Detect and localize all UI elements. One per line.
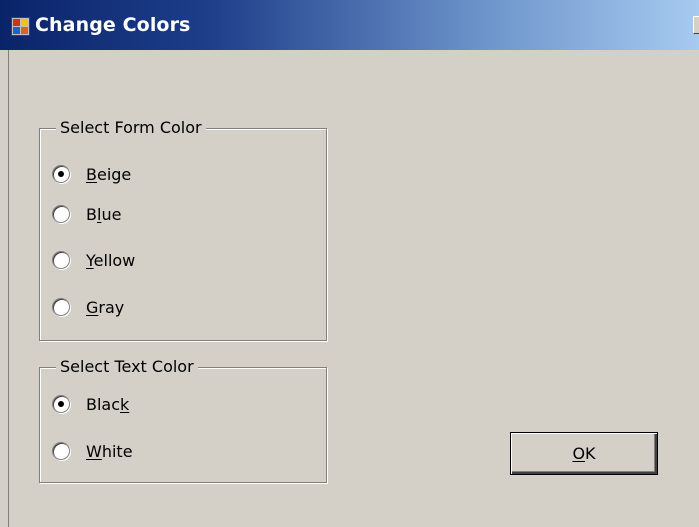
radio-gray-label[interactable]: Gray [86,298,124,317]
radio-black-label[interactable]: Black [86,395,129,414]
window-left-border [0,50,9,527]
ok-button[interactable]: OK [510,432,658,475]
app-window-icon [11,17,30,36]
radio-white-label[interactable]: White [86,442,133,461]
radio-blue[interactable]: Blue [52,201,121,227]
radio-checked-dot [58,171,64,177]
text-color-legend: Select Text Color [56,356,198,378]
radio-circle[interactable] [52,205,70,223]
radio-checked-dot [58,401,64,407]
change-colors-window: Change Colors Select Form Color Beige Bl… [0,0,699,527]
title-bar[interactable]: Change Colors [0,0,699,50]
radio-circle[interactable] [52,395,70,413]
radio-beige[interactable]: Beige [52,161,131,187]
radio-yellow-label[interactable]: Yellow [86,251,135,270]
radio-yellow[interactable]: Yellow [52,247,135,273]
radio-beige-label[interactable]: Beige [86,165,131,184]
ok-button-accesskey: O [572,444,586,463]
title-bar-button[interactable] [693,16,699,34]
radio-circle[interactable] [52,442,70,460]
radio-circle[interactable] [52,251,70,269]
radio-black[interactable]: Black [52,391,129,417]
radio-circle[interactable] [52,298,70,316]
form-color-groupbox: Select Form Color Beige Blue Yellow Gray [39,117,327,341]
radio-white[interactable]: White [52,438,133,464]
window-title: Change Colors [35,14,191,36]
form-color-legend: Select Form Color [56,117,206,139]
text-color-groupbox: Select Text Color Black White [39,356,327,483]
ok-button-label: K [585,444,596,463]
radio-circle[interactable] [52,165,70,183]
radio-gray[interactable]: Gray [52,294,124,320]
radio-blue-label[interactable]: Blue [86,205,121,224]
